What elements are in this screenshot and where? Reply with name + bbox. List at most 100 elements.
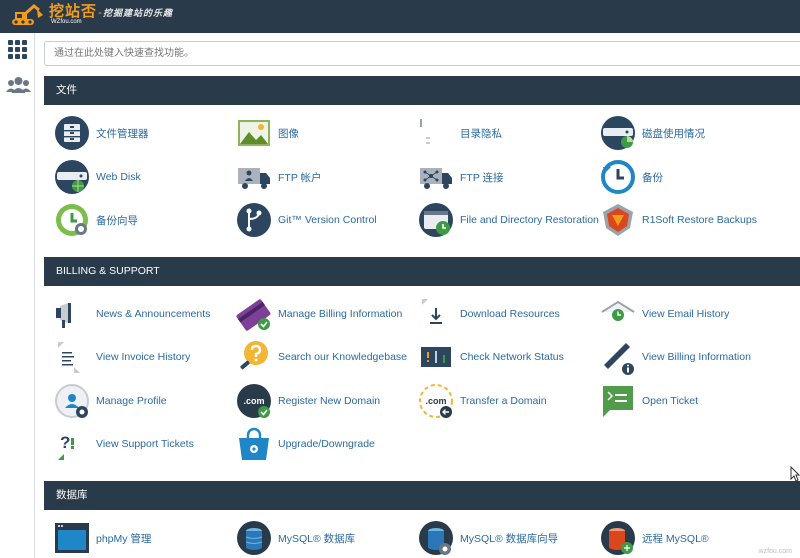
item-mysql-database-wizard[interactable]: MySQL® 数据库向导: [418, 519, 558, 557]
email-history-icon: [600, 296, 636, 332]
billing-info-icon: [600, 339, 636, 375]
item-label: News & Announcements: [96, 308, 211, 320]
section-header-databases[interactable]: 数据库: [44, 481, 800, 510]
ftp-accounts-icon: [236, 159, 272, 195]
phpmyadmin-icon: [54, 520, 90, 556]
item-r1soft-restore-backups[interactable]: R1Soft Restore Backups: [600, 201, 757, 239]
item-git-version-control[interactable]: Git™ Version Control: [236, 201, 377, 239]
item-directory-privacy[interactable]: 目录隐私: [418, 114, 502, 152]
item-register-new-domain[interactable]: .com Register New Domain: [236, 382, 380, 420]
item-label: Register New Domain: [278, 395, 381, 407]
brand-name: 挖站否: [49, 3, 98, 20]
mouse-cursor-icon: [790, 465, 800, 482]
section-header-billing-support[interactable]: BILLING & SUPPORT: [44, 257, 800, 286]
item-label: Download Resources: [460, 308, 560, 320]
item-label: Upgrade/Downgrade: [278, 438, 375, 450]
item-backup-wizard[interactable]: 备份向导: [54, 201, 138, 239]
item-news-announcements[interactable]: News & Announcements: [54, 295, 210, 333]
item-manage-billing-information[interactable]: Manage Billing Information: [236, 295, 402, 333]
apps-grid-icon[interactable]: [6, 39, 29, 59]
credit-card-icon: [236, 296, 272, 332]
item-label: Open Ticket: [642, 395, 699, 407]
brand-domain: WZfou.com: [51, 19, 82, 25]
register-domain-icon: .com: [236, 383, 272, 419]
section-header-files[interactable]: 文件: [44, 76, 800, 105]
network-status-icon: [418, 339, 454, 375]
item-download-resources[interactable]: Download Resources: [418, 295, 560, 333]
item-label: Check Network Status: [460, 351, 564, 363]
item-check-network-status[interactable]: Check Network Status: [418, 338, 564, 376]
item-label: FTP 帐户: [278, 171, 322, 184]
users-icon[interactable]: [6, 76, 31, 96]
item-ftp-accounts[interactable]: FTP 帐户: [236, 158, 322, 196]
item-label: MySQL® 数据库向导: [460, 532, 559, 545]
item-label: Web Disk: [96, 171, 141, 183]
download-icon: [418, 296, 454, 332]
item-label: R1Soft Restore Backups: [642, 214, 757, 226]
item-label: Manage Profile: [96, 395, 167, 407]
item-label: View Invoice History: [96, 351, 191, 363]
knowledgebase-icon: [236, 339, 272, 375]
item-label: Search our Knowledgebase: [278, 351, 408, 363]
git-icon: [236, 202, 272, 238]
brand-separator: -: [98, 5, 103, 19]
remote-mysql-icon: [600, 520, 636, 556]
item-file-directory-restoration[interactable]: File and Directory Restoration: [418, 201, 599, 239]
item-open-ticket[interactable]: Open Ticket: [600, 382, 698, 420]
top-bar: 挖站否 - 挖掘建站的乐趣 WZfou.com: [0, 0, 800, 33]
item-label: 备份: [642, 171, 663, 184]
item-label: 目录隐私: [460, 127, 502, 140]
item-disk-usage[interactable]: 磁盘使用情况: [600, 114, 705, 152]
item-view-email-history[interactable]: View Email History: [600, 295, 729, 333]
file-manager-icon: [54, 115, 90, 151]
site-logo[interactable]: 挖站否 - 挖掘建站的乐趣 WZfou.com: [9, 3, 173, 30]
item-label: Manage Billing Information: [278, 308, 403, 320]
transfer-domain-icon: .com: [418, 383, 454, 419]
watermark: wzfou.com: [758, 548, 792, 555]
item-file-manager[interactable]: 文件管理器: [54, 114, 149, 152]
item-label: View Support Tickets: [96, 438, 194, 450]
item-ftp-connections[interactable]: FTP 连接: [418, 158, 504, 196]
item-phpmyadmin[interactable]: phpMy 管理: [54, 519, 151, 557]
disk-usage-icon: [600, 115, 636, 151]
item-web-disk[interactable]: Web Disk: [54, 158, 141, 196]
svg-text:?: ?: [60, 433, 70, 452]
item-label: File and Directory Restoration: [460, 214, 599, 226]
backup-wizard-icon: [54, 202, 90, 238]
profile-icon: [54, 383, 90, 419]
item-transfer-domain[interactable]: .com Transfer a Domain: [418, 382, 547, 420]
item-label: View Email History: [642, 308, 730, 320]
item-label: FTP 连接: [460, 171, 504, 184]
upgrade-icon: [236, 426, 272, 462]
web-disk-icon: [54, 159, 90, 195]
backup-icon: [600, 159, 636, 195]
support-tickets-icon: ?: [54, 426, 90, 462]
invoice-icon: [54, 339, 90, 375]
mysql-wizard-icon: [418, 520, 454, 556]
ticket-icon: [600, 383, 636, 419]
item-label: 磁盘使用情况: [642, 127, 705, 140]
item-label: 远程 MySQL®: [642, 532, 709, 545]
item-label: 备份向导: [96, 214, 138, 227]
item-label: 图像: [278, 127, 299, 140]
item-remote-mysql[interactable]: 远程 MySQL®: [600, 519, 709, 557]
brand-slogan: 挖掘建站的乐趣: [103, 8, 174, 18]
item-label: Transfer a Domain: [460, 395, 547, 407]
item-upgrade-downgrade[interactable]: Upgrade/Downgrade: [236, 425, 375, 463]
item-label: phpMy 管理: [96, 532, 152, 545]
ftp-connections-icon: [418, 159, 454, 195]
r1soft-icon: [600, 202, 636, 238]
item-mysql-databases[interactable]: MySQL® 数据库: [236, 519, 355, 557]
excavator-logo-icon: [9, 3, 45, 30]
item-images[interactable]: 图像: [236, 114, 299, 152]
item-backup[interactable]: 备份: [600, 158, 663, 196]
megaphone-icon: [54, 296, 90, 332]
item-manage-profile[interactable]: Manage Profile: [54, 382, 167, 420]
quick-find-search-input[interactable]: [44, 41, 800, 66]
svg-text:.com: .com: [425, 396, 446, 406]
item-view-billing-information[interactable]: View Billing Information: [600, 338, 751, 376]
item-search-knowledgebase[interactable]: Search our Knowledgebase: [236, 338, 407, 376]
item-view-invoice-history[interactable]: View Invoice History: [54, 338, 190, 376]
images-icon: [236, 115, 272, 151]
item-view-support-tickets[interactable]: ? View Support Tickets: [54, 425, 194, 463]
